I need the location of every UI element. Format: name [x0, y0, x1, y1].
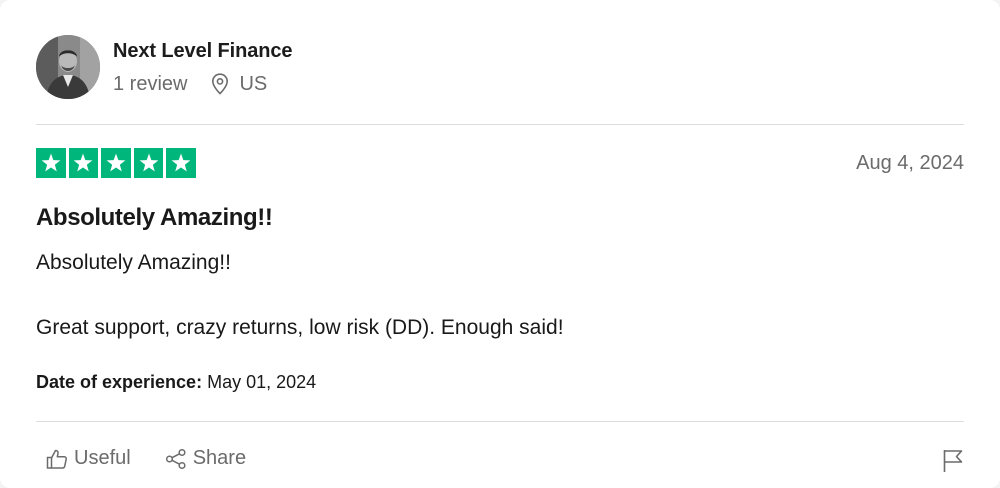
experience-date: May 01, 2024: [207, 372, 317, 392]
star-rating: [36, 148, 196, 178]
star-icon: [68, 148, 99, 178]
report-button[interactable]: [942, 449, 964, 473]
flag-icon: [943, 450, 963, 472]
useful-button[interactable]: Useful: [46, 447, 131, 470]
thumbs-up-icon: [46, 449, 68, 469]
location-pin-icon: [212, 73, 229, 95]
share-button[interactable]: Share: [165, 447, 246, 470]
avatar[interactable]: [36, 35, 100, 99]
avatar-photo: [36, 35, 100, 99]
review-paragraph: Great support, crazy returns, low risk (…: [36, 316, 564, 339]
divider: [36, 124, 964, 125]
star-icon: [36, 148, 66, 178]
review-paragraph: Absolutely Amazing!!: [36, 251, 231, 274]
consumer-meta: 1 review US: [113, 72, 267, 96]
experience-label: Date of experience:: [36, 372, 203, 392]
useful-label: Useful: [74, 447, 131, 469]
review-actions: Useful Share: [46, 447, 246, 470]
star-icon: [133, 148, 164, 178]
consumer-country: US: [239, 72, 268, 95]
divider: [36, 421, 964, 422]
review-title[interactable]: Absolutely Amazing!!: [36, 204, 273, 232]
star-icon: [101, 148, 131, 178]
review-count: 1 review: [113, 72, 188, 95]
share-icon: [165, 448, 186, 469]
share-label: Share: [192, 447, 247, 469]
review-date: Aug 4, 2024: [856, 152, 964, 174]
date-of-experience: Date of experience: May 01, 2024: [36, 372, 316, 393]
review-card: Next Level Finance 1 review US Aug 4, 20…: [0, 0, 1000, 488]
consumer-name[interactable]: Next Level Finance: [113, 40, 292, 63]
star-icon: [166, 148, 196, 178]
